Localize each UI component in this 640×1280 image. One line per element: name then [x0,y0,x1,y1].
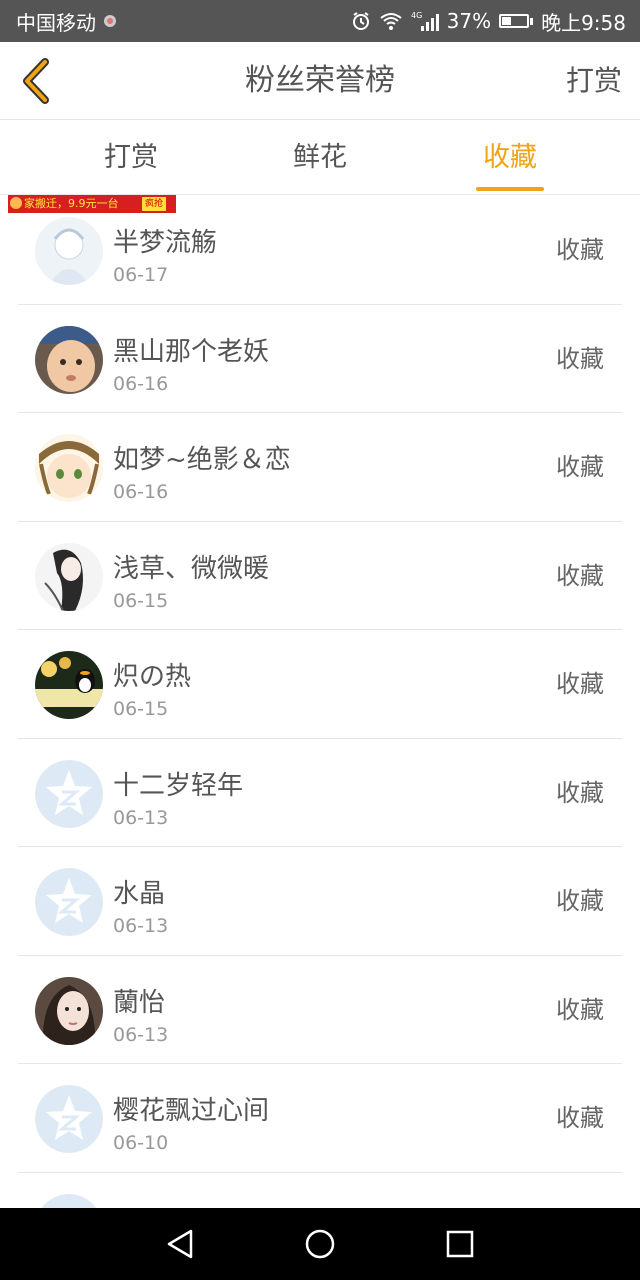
home-nav-button[interactable] [300,1224,340,1264]
list-item[interactable]: 如梦~绝影＆恋 06-16 收藏 [18,413,622,522]
user-name: 十二岁轻年 [113,770,244,801]
status-bar: 中国移动 4G 37% 晚上9:58 [0,0,640,42]
clock: 晚上9:58 [541,10,626,35]
svg-text:4G: 4G [411,11,422,20]
square-recents-icon [446,1230,474,1258]
cellular-signal-icon: 4G [411,10,439,32]
list-item[interactable]: 水晶 06-13 收藏 [18,847,622,956]
user-name: 水晶 [113,879,166,909]
user-name: 浅草、微微暖 [113,553,270,584]
action-label: 收藏 [556,995,604,1024]
list-item[interactable]: 十二岁轻年 06-13 收藏 [18,739,622,847]
back-nav-button[interactable] [160,1224,200,1264]
ad-button[interactable]: 疯抢 [141,197,166,211]
default-avatar-icon [41,1193,97,1208]
avatar [35,542,103,611]
date-label: 06-10 [113,1132,169,1154]
date-label: 06-16 [113,372,169,395]
user-name: 炽の热 [113,662,192,692]
active-tab-indicator [476,187,544,191]
date-label: 06-13 [113,806,169,829]
list-item[interactable]: 浅草、微微暖 06-15 收藏 [18,522,622,630]
user-name: 樱花飘过心间 [113,1096,270,1126]
list-item[interactable]: 樱花飘过心间 06-10 收藏 [18,1064,622,1173]
page-title: 粉丝荣誉榜 [245,63,395,98]
reward-button[interactable]: 打赏 [566,42,622,120]
list-item[interactable]: 蘭怡 06-13 收藏 [18,956,622,1064]
date-label: 06-17 [113,264,169,286]
avatar [35,217,103,285]
user-name: 黑山那个老妖 [113,336,270,367]
recents-nav-button[interactable] [440,1224,480,1264]
alarm-icon [351,11,371,31]
avatar [35,325,103,394]
notification-icon [102,13,118,29]
action-label: 收藏 [556,561,604,590]
system-nav-bar [0,1208,640,1280]
ad-text: 家搬迁，9.9元一台 [24,197,119,210]
battery-percent: 37% [446,9,492,33]
action-label: 收藏 [556,1104,604,1132]
wifi-icon [379,11,403,31]
avatar [35,434,103,502]
user-name: 半梦流觞 [113,228,218,258]
default-avatar-icon [35,1085,103,1153]
date-label: 06-13 [113,915,169,937]
user-name: 如梦~绝影＆恋 [113,445,291,475]
action-label: 收藏 [556,887,604,915]
action-label: 收藏 [556,236,604,264]
action-label: 收藏 [556,453,604,481]
tab-label: 鲜花 [293,142,347,173]
default-avatar-icon [35,868,103,936]
list-item-partial[interactable] [18,1173,622,1208]
list-item[interactable]: 炽の热 06-15 收藏 [18,630,622,739]
ad-banner[interactable]: 家搬迁，9.9元一台 疯抢 [8,195,176,213]
tab-label: 收藏 [483,142,537,173]
avatar [35,759,103,828]
ad-logo-icon [10,197,22,209]
avatar [35,651,103,719]
list-item[interactable]: 黑山那个老妖 06-16 收藏 [18,305,622,413]
date-label: 06-13 [113,1023,169,1046]
user-name: 蘭怡 [113,987,166,1018]
date-label: 06-15 [113,698,169,720]
tab-reward[interactable]: 打赏 [96,121,166,195]
avatar [35,976,103,1045]
action-label: 收藏 [556,670,604,698]
fan-list: 半梦流觞 06-17 收藏 黑山那个老妖 06-16 收藏 如梦~绝影＆恋 06… [0,196,640,1208]
action-label: 收藏 [556,344,604,373]
battery-icon [499,14,534,28]
default-avatar-icon [35,759,103,828]
header-bar: 粉丝荣誉榜 打赏 [0,42,640,120]
tab-flowers[interactable]: 鲜花 [285,121,355,195]
avatar [35,1085,103,1153]
tab-favorites[interactable]: 收藏 [476,121,544,195]
avatar [35,868,103,936]
triangle-back-icon [167,1229,193,1259]
avatar [35,1193,103,1208]
carrier-label: 中国移动 [16,10,96,35]
tab-bar: 打赏 鲜花 收藏 [0,121,640,195]
date-label: 06-15 [113,589,169,612]
circle-home-icon [305,1229,335,1259]
date-label: 06-16 [113,481,169,503]
action-label: 收藏 [556,778,604,807]
tab-label: 打赏 [104,142,158,173]
